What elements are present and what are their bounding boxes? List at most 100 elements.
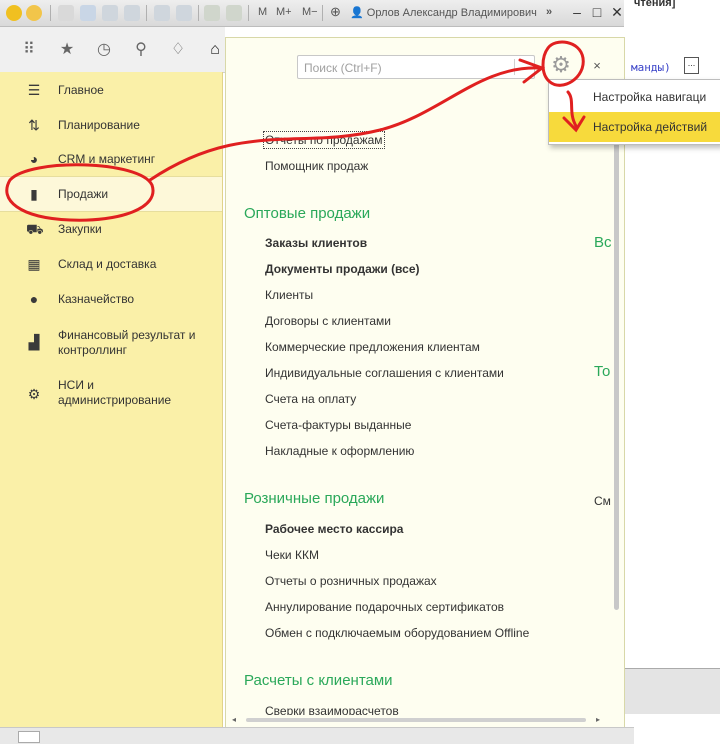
scroll-left-icon[interactable]: ◂	[232, 715, 236, 724]
separator	[198, 5, 199, 21]
calendar-icon[interactable]	[226, 5, 242, 21]
separator	[514, 59, 515, 75]
zoom-icon[interactable]: ⊕	[330, 4, 341, 20]
menu-lines-icon: ☰	[27, 82, 41, 98]
star-icon[interactable]: ★	[56, 39, 78, 61]
status-strip	[0, 727, 634, 744]
search-icon[interactable]: ⚲	[130, 39, 152, 61]
gears-icon[interactable]: ⚙	[548, 52, 574, 78]
sidebar-item-label: НСИ и администрирование	[58, 378, 172, 407]
sidebar-item-planning[interactable]: ⇅ Планирование	[0, 108, 222, 142]
menu-item-navigation-settings[interactable]: Настройка навигаци	[549, 82, 720, 112]
ruble-icon: ●	[29, 291, 39, 307]
dropdown-circle-icon[interactable]	[26, 5, 42, 21]
maximize-button[interactable]: □	[588, 3, 606, 21]
group-title-retail: Розничные продажи	[244, 490, 385, 507]
sidebar-item-treasury[interactable]: ● Казначейство	[0, 282, 222, 316]
sidebar-item-financial-results[interactable]: ▟ Финансовый результат и контроллинг	[0, 320, 222, 364]
save-icon[interactable]	[80, 5, 96, 21]
copy-icon[interactable]	[154, 5, 170, 21]
menu-item-label: Настройка действий	[593, 120, 708, 134]
planning-icon: ⇅	[28, 117, 40, 133]
separator	[248, 5, 249, 21]
scroll-thumb[interactable]	[614, 90, 619, 610]
menu-item-action-settings[interactable]: Настройка действий	[549, 112, 720, 142]
calc-icon[interactable]	[204, 5, 220, 21]
more-button[interactable]: »	[546, 6, 552, 18]
sidebar-item-crm[interactable]: ◕ CRM и маркетинг	[0, 142, 222, 176]
bell-icon[interactable]: ♢	[167, 39, 189, 61]
group-title-fragment: То	[594, 363, 611, 380]
sidebar-item-label: Склад и доставка	[58, 257, 157, 271]
link-gift-cert-cancel[interactable]: Аннулирование подарочных сертификатов	[265, 600, 504, 614]
memory-mplus-button[interactable]: M+	[276, 6, 292, 18]
separator	[322, 5, 323, 21]
horizontal-scrollbar[interactable]: ◂ ▸	[232, 715, 604, 724]
sidebar-item-purchases[interactable]: ⛟ Закупки	[0, 212, 222, 246]
sidebar-item-label: Казначейство	[58, 292, 135, 306]
gear-icon: ⚙	[27, 386, 41, 402]
background-commands[interactable]: манды)	[631, 61, 671, 74]
1c-logo-icon[interactable]	[6, 5, 22, 21]
sidebar-item-warehouse[interactable]: ▦ Склад и доставка	[0, 247, 222, 281]
link-retail-reports[interactable]: Отчеты о розничных продажах	[265, 574, 437, 588]
sidebar-item-label: Планирование	[58, 118, 140, 132]
ellipsis-button[interactable]: ...	[684, 57, 699, 74]
search-input[interactable]: Поиск (Ctrl+F)	[297, 55, 535, 79]
memory-mminus-button[interactable]: M−	[302, 6, 318, 18]
sidebar-item-main[interactable]: ☰ Главное	[0, 73, 222, 107]
user-name-label: Орлов Александр Владимирович	[366, 7, 537, 19]
sidebar-item-label: Главное	[58, 83, 104, 97]
link-customer-orders[interactable]: Заказы клиентов	[265, 236, 367, 250]
minimize-button[interactable]: –	[568, 3, 586, 21]
link-sales-assistant[interactable]: Помощник продаж	[265, 159, 368, 173]
shopping-bag-icon: ▮	[30, 186, 38, 202]
vertical-scrollbar[interactable]	[612, 90, 621, 710]
cart-icon: ⛟	[26, 221, 44, 237]
link-issued-vat-invoices[interactable]: Счета-фактуры выданные	[265, 418, 411, 432]
user-icon: 👤	[350, 7, 364, 19]
sidebar-item-label: Финансовый результат и контроллинг	[58, 328, 196, 357]
background-header: чтения]	[634, 0, 676, 9]
link-reconciliations[interactable]: Сверки взаиморасчетов	[265, 704, 399, 715]
home-icon[interactable]: ⌂	[204, 39, 226, 61]
background-bottom-panel	[624, 668, 720, 714]
link-commercial-offers[interactable]: Коммерческие предложения клиентам	[265, 340, 480, 354]
link-waybills[interactable]: Накладные к оформлению	[265, 444, 414, 458]
warehouse-icon: ▦	[27, 256, 41, 272]
apps-icon[interactable]: ⠿	[18, 39, 40, 61]
sections-toolbar: ⠿ ★ ◷ ⚲ ♢ ⌂	[0, 27, 225, 73]
group-title-fragment: См	[594, 494, 611, 508]
close-panel-button[interactable]: ×	[588, 57, 606, 75]
history-icon[interactable]: ◷	[93, 39, 115, 61]
link-individual-agreements[interactable]: Индивидуальные соглашения с клиентами	[265, 366, 504, 380]
sections-sidebar: ☰ Главное ⇅ Планирование ◕ CRM и маркети…	[0, 72, 223, 743]
memory-m-button[interactable]: M	[258, 6, 267, 18]
doc-icon[interactable]	[58, 5, 74, 21]
bar-chart-icon: ▟	[28, 334, 40, 350]
sidebar-item-label: Продажи	[58, 187, 109, 201]
group-title-fragment: Вс	[594, 234, 612, 251]
link-kkm-receipts[interactable]: Чеки ККМ	[265, 548, 319, 562]
link-sales-reports[interactable]: Отчеты по продажам	[263, 131, 385, 149]
search-placeholder: Поиск (Ctrl+F)	[304, 61, 382, 75]
group-title-wholesale: Оптовые продажи	[244, 205, 371, 222]
separator	[146, 5, 147, 21]
link-offline-exchange[interactable]: Обмен с подключаемым оборудованием Offli…	[265, 626, 529, 640]
print-icon[interactable]	[102, 5, 118, 21]
scroll-thumb[interactable]	[246, 718, 586, 722]
menu-item-label: Настройка навигаци	[593, 90, 707, 104]
link-customers[interactable]: Клиенты	[265, 288, 313, 302]
link-invoices[interactable]: Счета на оплату	[265, 392, 356, 406]
link-cashier-workplace[interactable]: Рабочее место кассира	[265, 522, 403, 536]
paste-icon[interactable]	[176, 5, 192, 21]
sidebar-item-nsi-admin[interactable]: ⚙ НСИ и администрирование	[0, 372, 222, 416]
preview-icon[interactable]	[124, 5, 140, 21]
panel-toggle[interactable]	[18, 731, 40, 743]
sidebar-item-sales[interactable]: ▮ Продажи	[0, 176, 222, 212]
link-customer-contracts[interactable]: Договоры с клиентами	[265, 314, 391, 328]
user-name[interactable]: 👤 Орлов Александр Владимирович	[350, 6, 537, 19]
link-sales-documents[interactable]: Документы продажи (все)	[265, 262, 419, 276]
scroll-right-icon[interactable]: ▸	[596, 715, 600, 724]
sidebar-item-label: Закупки	[58, 222, 102, 236]
